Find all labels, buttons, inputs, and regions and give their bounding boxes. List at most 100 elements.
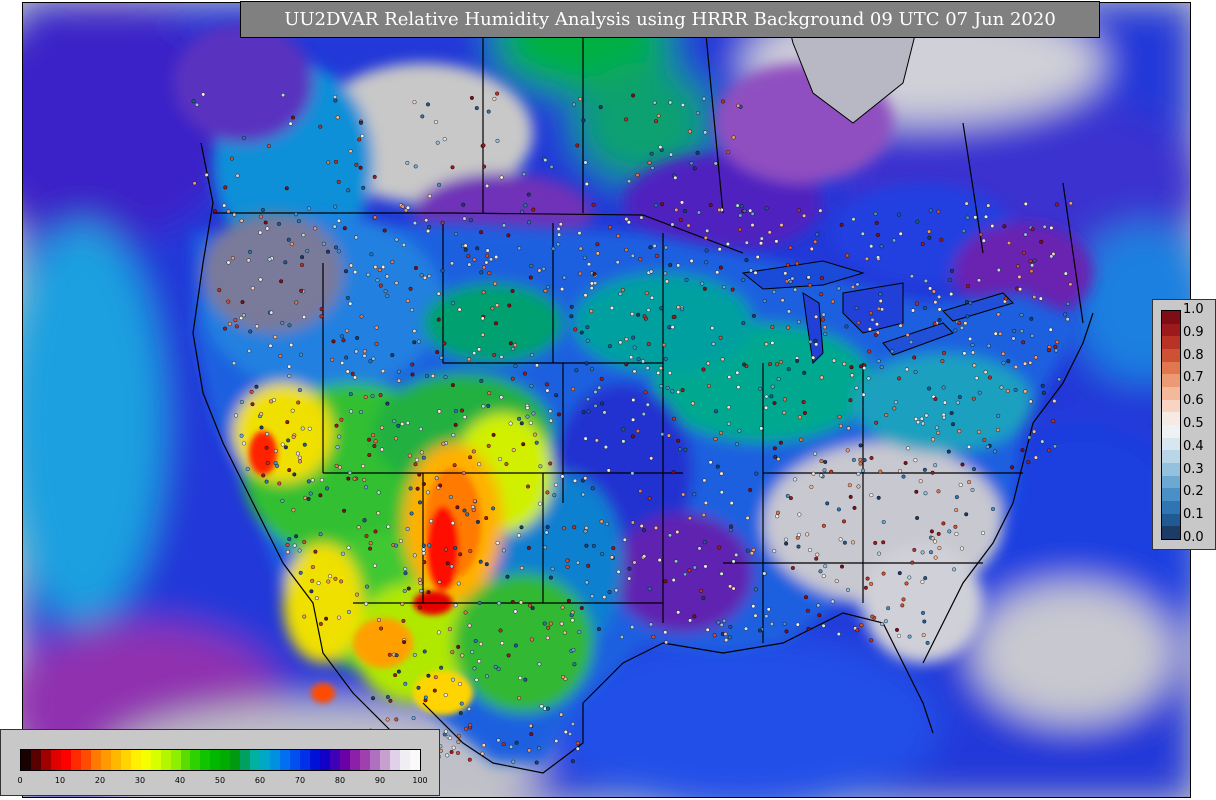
station-marker [953,524,958,529]
station-marker [229,156,234,161]
station-marker [971,396,976,401]
station-marker [919,416,924,421]
station-marker [557,412,562,417]
station-marker [436,317,441,322]
station-marker [394,436,399,441]
innovation-colorbar-tick-label: 0.6 [1183,393,1204,409]
station-marker [484,562,489,567]
station-marker [858,457,863,462]
station-marker [545,635,550,640]
station-marker [453,409,458,414]
station-marker [649,622,654,627]
station-marker [464,726,469,731]
station-marker [429,519,434,524]
station-marker [526,484,531,489]
innovation-colorbar-tick-label: 0.9 [1183,324,1204,340]
station-marker [673,175,678,180]
station-marker [260,207,265,212]
rh-colorbar-segment [170,750,181,770]
station-marker [993,449,998,454]
station-marker [687,568,692,573]
station-marker [692,492,697,497]
station-marker [421,543,426,548]
station-marker [529,263,534,268]
station-marker [937,546,942,551]
station-marker [914,417,919,422]
station-marker [346,188,351,193]
station-marker [668,100,673,105]
station-marker [1005,389,1010,394]
station-marker [1013,364,1018,369]
station-marker [860,231,865,236]
station-marker [425,490,430,495]
innovation-colorbar-tick-label: 0.1 [1183,507,1204,523]
innovation-colorbar-segment [1162,348,1180,362]
station-marker [615,260,620,265]
station-marker [450,650,455,655]
station-marker [396,669,401,674]
station-marker [793,477,798,482]
station-marker [717,545,722,550]
station-marker [915,516,920,521]
station-marker [878,299,883,304]
station-marker [1055,340,1060,345]
station-marker [494,254,499,259]
station-marker [964,300,969,305]
station-marker [258,230,263,235]
station-marker [349,263,354,268]
station-marker [379,626,384,631]
station-marker [589,281,594,286]
station-marker [492,96,497,101]
station-marker [410,372,415,377]
station-marker [318,124,323,129]
station-marker [830,599,835,604]
station-marker [223,185,228,190]
station-marker [273,335,278,340]
station-marker [471,508,476,513]
station-marker [440,220,445,225]
station-marker [309,589,314,594]
station-marker [285,550,290,555]
station-marker [362,518,367,523]
station-marker [412,340,417,345]
station-marker [434,119,439,124]
station-marker [420,114,425,119]
station-marker [477,601,482,606]
station-marker [472,499,477,504]
rh-colorbar-segment [130,750,141,770]
station-marker [201,92,206,97]
station-marker [646,342,651,347]
station-marker [324,616,329,621]
station-marker [901,474,906,479]
station-marker [642,554,647,559]
station-marker [1007,240,1012,245]
station-marker [683,447,688,452]
station-marker [477,462,482,467]
station-marker [1021,250,1026,255]
station-marker [749,268,754,273]
station-marker [194,102,199,107]
station-marker [657,558,662,563]
station-marker [620,288,625,293]
station-marker [456,751,461,756]
station-marker [394,543,399,548]
station-marker [642,314,647,319]
station-marker [797,415,802,420]
station-marker [526,545,531,550]
station-marker [941,385,946,390]
station-marker [806,275,811,280]
station-marker [702,478,707,483]
station-marker [699,588,704,593]
station-marker [830,299,835,304]
station-marker [1047,448,1052,453]
station-marker [717,207,722,212]
station-marker [656,370,661,375]
station-marker [295,451,300,456]
station-marker [522,172,527,177]
station-marker [543,545,548,550]
station-marker [487,391,492,396]
station-marker [300,255,305,260]
station-marker [277,481,282,486]
station-marker [554,393,559,398]
station-marker [582,255,587,260]
